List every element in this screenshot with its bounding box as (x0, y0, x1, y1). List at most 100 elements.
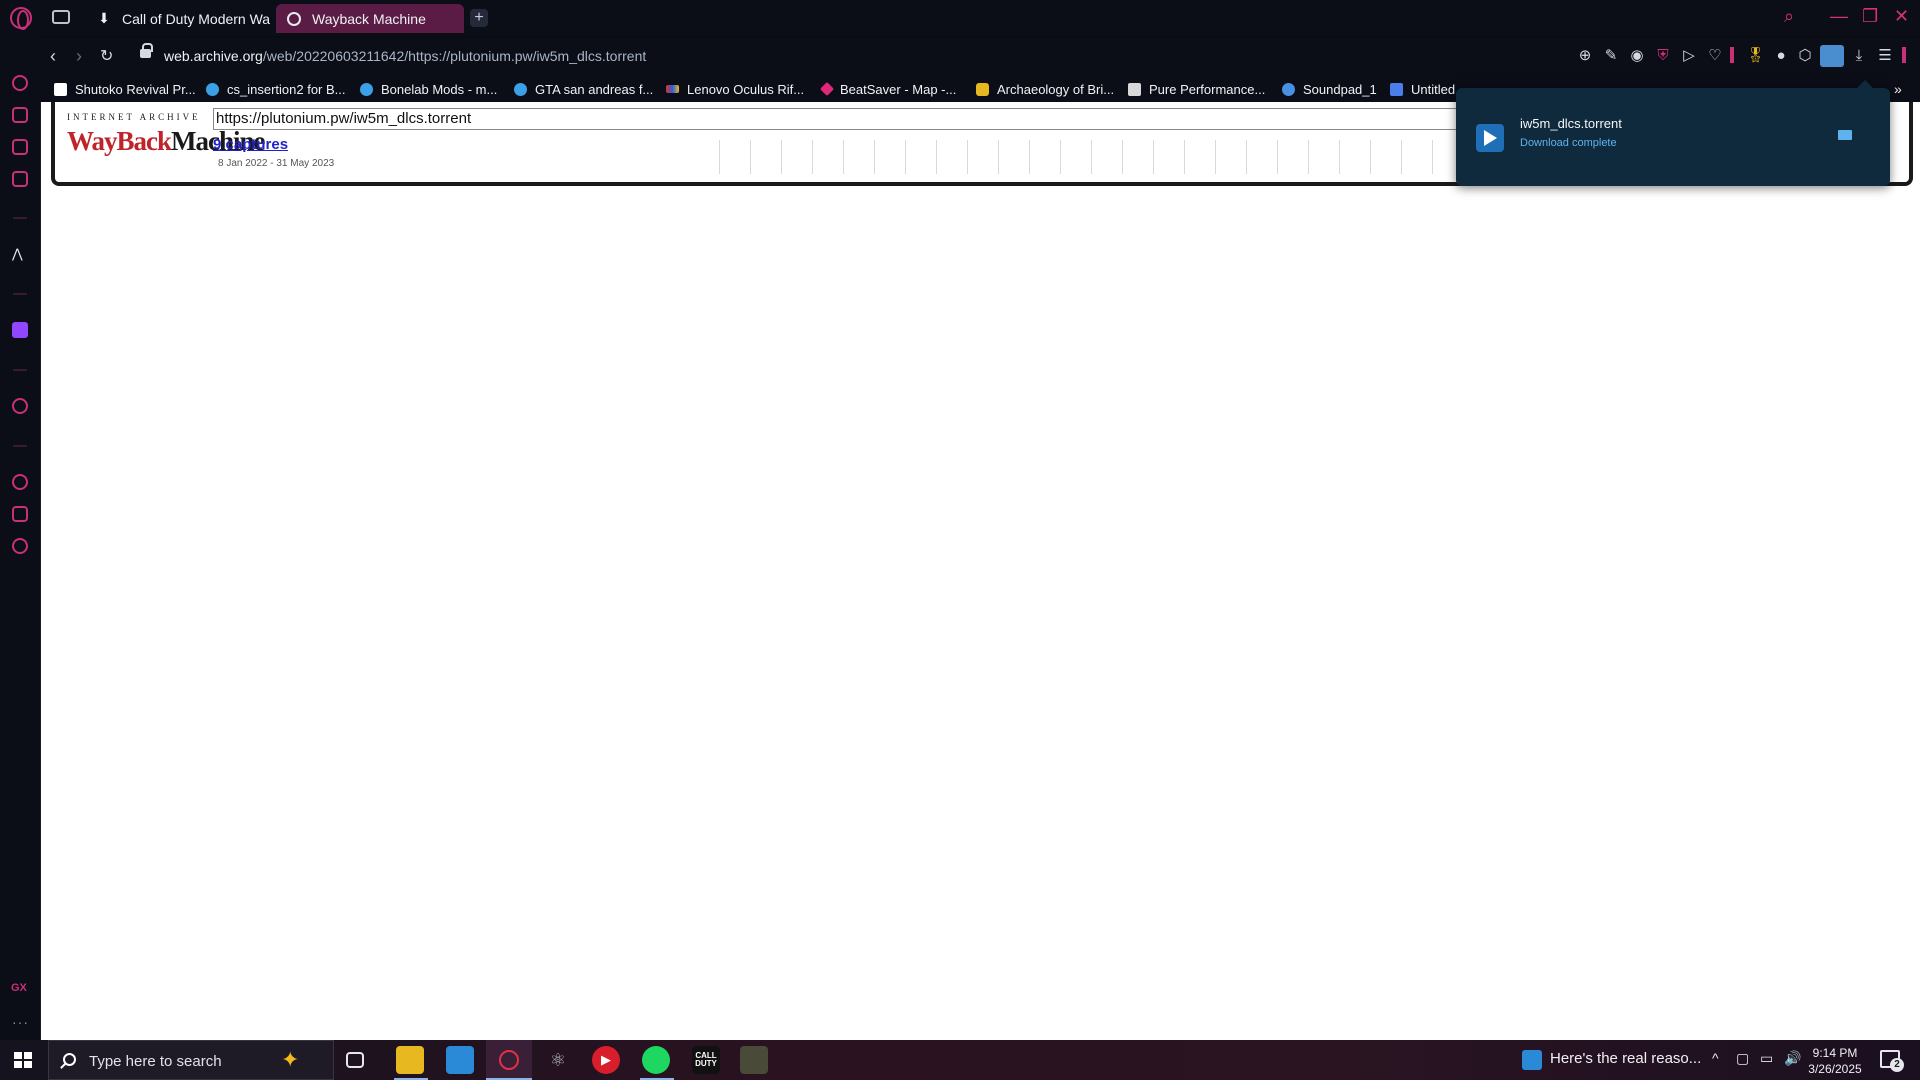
timeline-tick (1246, 140, 1247, 174)
timeline-tick (1184, 140, 1185, 174)
download-arrow-icon: ⬇ (98, 10, 110, 26)
minimize-button[interactable]: — (1830, 6, 1848, 27)
show-in-folder-icon[interactable] (1838, 130, 1852, 140)
meet-now-icon[interactable]: ▢ (1736, 1050, 1749, 1067)
gear-icon (360, 82, 373, 96)
start-button[interactable] (14, 1052, 32, 1068)
player-icon[interactable] (12, 171, 28, 187)
cube-icon[interactable]: ⬡ (1796, 47, 1814, 65)
bookmark-item[interactable]: Untitled (1390, 80, 1455, 98)
tab-call-of-duty[interactable]: ⬇ Call of Duty Modern Warfare (86, 4, 270, 33)
search-icon (63, 1053, 76, 1066)
bookmark-item[interactable]: BeatSaver - Map -... (819, 80, 957, 98)
bookmark-item[interactable]: Shutoko Revival Pr... (54, 80, 196, 98)
twitch-icon[interactable] (12, 322, 28, 338)
timeline-tick (936, 140, 937, 174)
vpn-shield-icon[interactable]: ⛨ (1654, 47, 1672, 65)
heart-icon[interactable]: ♡ (1706, 47, 1724, 65)
bookmark-label: Archaeology of Bri... (997, 81, 1115, 97)
capture-date-range: 8 Jan 2022 - 31 May 2023 (218, 158, 335, 169)
page-viewport: INTERNET ARCHIVE WayBackMachine https://… (40, 102, 1920, 1040)
speed-dial-icon[interactable] (12, 75, 28, 91)
show-hidden-icons-chevron-icon[interactable]: ^ (1712, 1050, 1719, 1066)
zoom-icon[interactable]: ⊕ (1576, 47, 1594, 65)
xbox-game-icon[interactable] (740, 1046, 768, 1074)
search-tabs-icon[interactable]: ⌕ (1784, 6, 1794, 27)
lock-icon[interactable] (140, 43, 153, 58)
tab-label: Call of Duty Modern Warfare (122, 10, 270, 27)
taskbar-search-box[interactable]: Type here to search ✦ (48, 1040, 334, 1080)
coin-icon[interactable]: ● (1772, 47, 1790, 65)
gx-corner-icon[interactable] (12, 107, 28, 123)
bookmark-item[interactable]: cs_insertion2 for B... (206, 80, 346, 98)
capture-timeline[interactable] (719, 140, 1469, 174)
bookmarks-overflow-icon[interactable]: » (1894, 80, 1902, 98)
restore-button[interactable]: ❐ (1862, 6, 1878, 27)
profile-avatar[interactable] (1820, 45, 1844, 67)
news-widget-text[interactable]: Here's the real reaso... (1550, 1050, 1701, 1067)
captures-link[interactable]: 9 captures (213, 136, 288, 153)
clock-time: 9:14 PM (1812, 1046, 1858, 1060)
bookmark-label: Pure Performance... (1149, 81, 1266, 97)
internet-archive-label: INTERNET ARCHIVE (67, 112, 201, 122)
archaeology-icon (976, 82, 989, 96)
aria-icon[interactable]: ⋀ (12, 246, 28, 262)
more-icon[interactable]: ··· (12, 1014, 29, 1030)
bookmark-label: Bonelab Mods - m... (381, 81, 498, 97)
address-bar-row: ‹ › ↻ web.archive.org/web/20220603211642… (40, 38, 1920, 76)
cards-icon[interactable] (12, 139, 28, 155)
torrent-file-icon[interactable] (1476, 124, 1504, 152)
microsoft-store-icon[interactable] (446, 1046, 474, 1074)
downloads-icon[interactable]: ⤓ (1850, 47, 1868, 65)
send-icon[interactable]: ▷ (1680, 47, 1698, 65)
volume-icon[interactable]: 🔊 (1784, 1050, 1801, 1067)
call-of-duty-icon[interactable]: CALL DUTY (692, 1046, 720, 1074)
camera-icon[interactable]: ◉ (1628, 47, 1646, 65)
gear-icon (206, 82, 219, 96)
timeline-tick (1432, 140, 1433, 174)
title-bar: ⬇ Call of Duty Modern Warfare Wayback Ma… (0, 0, 1920, 36)
forward-button[interactable]: › (76, 46, 82, 67)
new-tab-button[interactable]: + (470, 9, 488, 27)
history-clock-icon[interactable] (12, 474, 28, 490)
extensions-cube-icon[interactable] (12, 506, 28, 522)
timeline-tick (967, 140, 968, 174)
timeline-tick (1308, 140, 1309, 174)
timeline-tick (1401, 140, 1402, 174)
bookmark-item[interactable]: Archaeology of Bri... (976, 80, 1114, 98)
menu-icon[interactable]: ☰ (1876, 47, 1894, 65)
wayback-url-input[interactable]: https://plutonium.pw/iw5m_dlcs.torrent (213, 108, 1463, 130)
back-button[interactable]: ‹ (50, 46, 56, 67)
system-clock[interactable]: 9:14 PM 3/26/2025 (1800, 1045, 1870, 1077)
divider (13, 445, 27, 447)
docs-icon (1390, 82, 1403, 96)
file-explorer-icon[interactable] (396, 1046, 424, 1074)
network-icon[interactable]: ▭ (1760, 1050, 1773, 1067)
tab-island-icon[interactable] (52, 10, 70, 24)
bookmark-item[interactable]: Bonelab Mods - m... (360, 80, 497, 98)
settings-gear-icon[interactable] (12, 538, 28, 554)
bookmark-item[interactable]: Lenovo Oculus Rif... (666, 80, 804, 98)
page-icon (54, 82, 67, 96)
reload-button[interactable]: ↻ (100, 46, 113, 66)
spotify-icon[interactable] (642, 1046, 670, 1074)
play-icon[interactable] (12, 398, 28, 414)
soundpad-icon (1282, 82, 1295, 96)
youtube-music-icon[interactable]: ▶ (592, 1046, 620, 1074)
download-file-name[interactable]: iw5m_dlcs.torrent (1520, 116, 1622, 131)
address-field[interactable]: web.archive.org/web/20220603211642/https… (164, 48, 646, 64)
close-button[interactable]: ✕ (1894, 6, 1909, 27)
url-host: web.archive.org (164, 48, 263, 64)
gx-label[interactable]: GX (11, 982, 27, 994)
bookmark-label: BeatSaver - Map -... (840, 81, 957, 97)
bookmark-item[interactable]: Soundpad_1 (1282, 80, 1377, 98)
bookmark-item[interactable]: Pure Performance... (1128, 80, 1265, 98)
opera-gx-taskbar-icon[interactable] (486, 1040, 532, 1080)
task-view-icon[interactable] (346, 1052, 364, 1068)
tab-wayback-machine[interactable]: Wayback Machine (276, 4, 464, 33)
badge-icon[interactable]: 🎖 (1746, 47, 1765, 65)
opera-gx-logo-icon[interactable] (10, 7, 32, 30)
edit-icon[interactable]: ✎ (1602, 47, 1620, 65)
bookmark-item[interactable]: GTA san andreas f... (514, 80, 653, 98)
atom-app-icon[interactable]: ⚛ (544, 1046, 572, 1074)
